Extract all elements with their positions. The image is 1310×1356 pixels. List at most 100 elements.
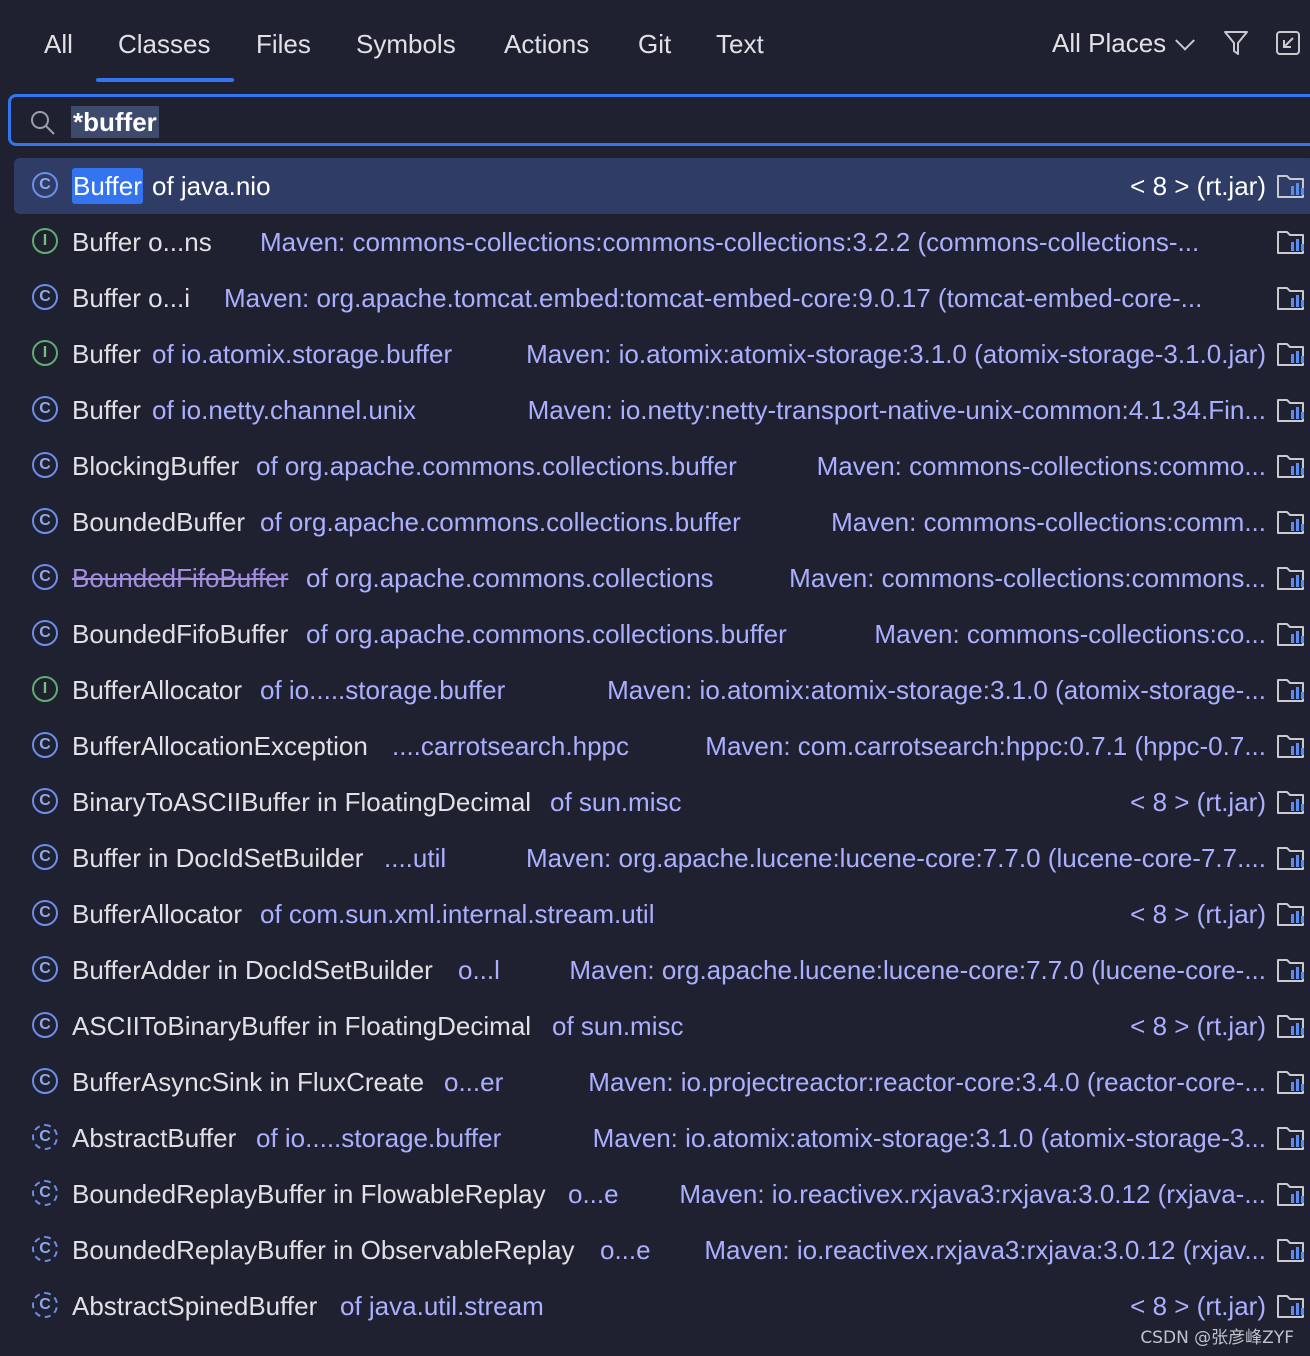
match-highlight: Buffer [72,168,143,204]
result-name: BufferAdder in DocIdSetBuilder [72,955,433,985]
filter-icon[interactable] [1222,28,1250,58]
result-row[interactable]: C Buffer in DocIdSetBuilder ....util Maven:… [0,830,1310,886]
class-icon: C [32,396,58,422]
library-icon [1277,1295,1304,1318]
tab-git[interactable]: Git [638,24,671,64]
result-location: Maven: commons-collections:comm... [831,507,1266,537]
library-icon [1277,1071,1304,1094]
result-row[interactable]: C AbstractBuffer of io.....storage.buffer M… [0,1110,1310,1166]
active-tab-indicator [96,78,234,82]
scope-dropdown[interactable]: All Places [1052,24,1196,64]
result-location: Maven: org.apache.lucene:lucene-core:7.7… [526,843,1266,873]
search-tabs: All Classes Files Symbols Actions Git Te… [0,0,1310,88]
result-context: ....carrotsearch.hppc [392,731,629,761]
library-icon [1277,175,1304,198]
library-icon [1277,791,1304,814]
class-icon: C [32,564,58,590]
result-row[interactable]: C ASCIIToBinaryBuffer in FloatingDecimal o… [0,998,1310,1054]
result-row[interactable]: C BoundedBuffer of org.apache.commons.coll… [0,494,1310,550]
result-row[interactable]: C BoundedReplayBuffer in ObservableReplay… [0,1222,1310,1278]
class-icon: C [32,620,58,646]
library-icon [1277,399,1304,422]
scope-label: All Places [1052,28,1167,58]
tab-files[interactable]: Files [256,24,311,64]
result-context: of sun.misc [550,787,682,817]
class-icon: C [32,508,58,534]
library-icon [1277,567,1304,590]
class-icon: C [32,900,58,926]
result-name: Buffer [72,168,143,204]
result-row[interactable]: I BufferAllocator of io.....storage.buffer… [0,662,1310,718]
tab-symbols[interactable]: Symbols [356,24,456,64]
abstract-class-icon: C [32,1236,58,1262]
class-icon: C [32,452,58,478]
result-location: Maven: io.atomix:atomix-storage:3.1.0 (a… [607,675,1266,705]
result-name: Buffer [72,395,141,425]
result-row[interactable]: C BinaryToASCIIBuffer in FloatingDecimal o… [0,774,1310,830]
result-name: Buffer o...ns [72,227,212,257]
result-name: AbstractBuffer [72,1123,237,1153]
result-context: ....util [384,843,447,873]
result-location: Maven: io.netty:netty-transport-native-u… [527,395,1266,425]
result-row[interactable]: C Buffer of java.nio < 8 > (rt.jar) [0,158,1310,214]
class-icon: C [32,732,58,758]
result-name: BoundedFifoBuffer [72,563,289,593]
class-icon: C [32,956,58,982]
interface-icon: I [32,340,58,366]
library-icon [1277,847,1304,870]
result-row[interactable]: C BufferAsyncSink in FluxCreate o...er Mave… [0,1054,1310,1110]
result-context: of java.nio [152,171,271,201]
result-name: Buffer [72,339,141,369]
result-context: o...l [458,955,500,985]
class-icon: C [32,172,58,198]
result-row[interactable]: C Buffer o...i Maven: org.apache.tomcat.em… [0,270,1310,326]
result-row[interactable]: I Buffer of io.atomix.storage.buffer Maven:… [0,326,1310,382]
class-icon: C [32,844,58,870]
result-context: o...er [444,1067,504,1097]
result-location: < 8 > (rt.jar) [1130,787,1266,817]
result-location: Maven: io.atomix:atomix-storage:3.1.0 (a… [592,1123,1266,1153]
chevron-down-icon [1175,30,1196,51]
result-location: < 8 > (rt.jar) [1130,1291,1266,1321]
abstract-class-icon: C [32,1180,58,1206]
result-row[interactable]: C BoundedReplayBuffer in FlowableReplay o.… [0,1166,1310,1222]
result-context: of org.apache.commons.collections.buffer [260,507,741,537]
abstract-class-icon: C [32,1292,58,1318]
result-row[interactable]: I Buffer o...ns Maven: commons-collections… [0,214,1310,270]
collapse-preview-icon[interactable] [1274,28,1302,58]
search-icon [31,111,55,135]
result-context: of org.apache.commons.collections.buffer [256,451,737,481]
result-context: of org.apache.commons.collections.buffer [306,619,787,649]
result-name: BoundedBuffer [72,507,245,537]
result-location: Maven: io.atomix:atomix-storage:3.1.0 (a… [526,339,1266,369]
result-location: Maven: commons-collections:commo... [816,451,1266,481]
class-icon: C [32,1068,58,1094]
result-location: Maven: io.reactivex.rxjava3:rxjava:3.0.1… [704,1235,1266,1265]
result-name: BufferAllocator [72,899,243,929]
abstract-class-icon: C [32,1124,58,1150]
result-row[interactable]: C Buffer of io.netty.channel.unix Maven: io… [0,382,1310,438]
result-row[interactable]: C BoundedFifoBuffer of org.apache.commons.… [0,550,1310,606]
tab-actions[interactable]: Actions [504,24,589,64]
result-row[interactable]: C AbstractSpinedBuffer of java.util.stream… [0,1278,1310,1334]
tab-text[interactable]: Text [716,24,764,64]
result-location: Maven: org.apache.lucene:lucene-core:7.7… [569,955,1266,985]
result-row[interactable]: C BlockingBuffer of org.apache.commons.col… [0,438,1310,494]
library-icon [1277,511,1304,534]
result-context: of java.util.stream [340,1291,544,1321]
result-row[interactable]: C BufferAllocator of com.sun.xml.internal.… [0,886,1310,942]
result-context: of sun.misc [552,1011,684,1041]
result-row[interactable]: C BufferAdder in DocIdSetBuilder o...l Mave… [0,942,1310,998]
result-row[interactable]: C BoundedFifoBuffer of org.apache.commons.… [0,606,1310,662]
search-input[interactable]: *buffer [71,106,159,138]
tab-classes[interactable]: Classes [118,24,210,64]
result-name: BoundedReplayBuffer in ObservableReplay [72,1235,575,1265]
result-name: AbstractSpinedBuffer [72,1291,318,1321]
library-icon [1277,903,1304,926]
result-context: of io.....storage.buffer [256,1123,502,1153]
library-icon [1277,623,1304,646]
search-field[interactable]: *buffer [8,94,1310,146]
result-row[interactable]: C BufferAllocationException ....carrotsear… [0,718,1310,774]
result-name: Buffer in DocIdSetBuilder [72,843,364,873]
tab-all[interactable]: All [44,24,73,64]
